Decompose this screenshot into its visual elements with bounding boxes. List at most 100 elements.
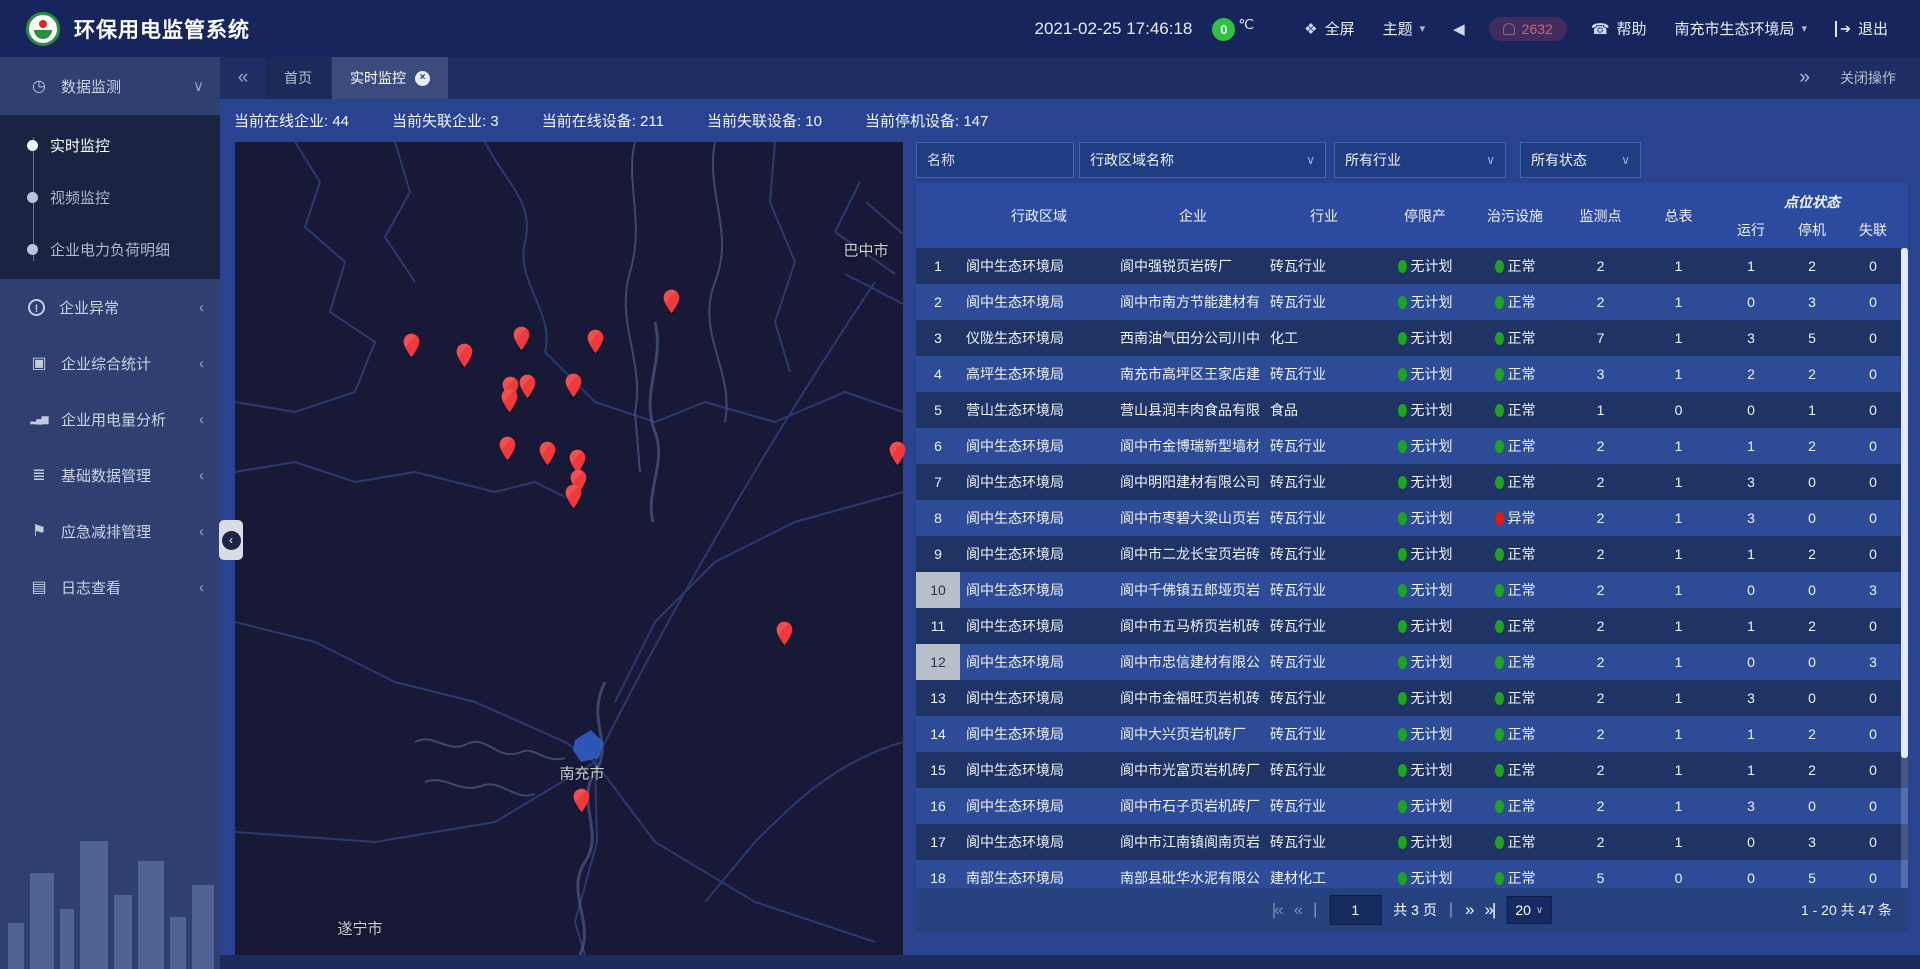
table-row[interactable]: 1阆中生态环境局阆中强锐页岩砖厂砖瓦行业无计划正常21120: [916, 248, 1908, 284]
first-page-button[interactable]: |«: [1272, 900, 1282, 920]
logout-button[interactable]: ➔ 退出: [1835, 18, 1888, 39]
sidebar-item[interactable]: ▂▄▆企业用电量分析‹: [0, 391, 220, 447]
map-pin[interactable]: [564, 373, 583, 398]
name-filter-input[interactable]: [916, 142, 1074, 178]
table-row[interactable]: 13阆中生态环境局阆中市金福旺页岩机砖砖瓦行业无计划正常21300: [916, 680, 1908, 716]
map-pin[interactable]: [455, 343, 474, 368]
col-header-region[interactable]: 行政区域: [960, 206, 1118, 226]
notification-badge[interactable]: 2632: [1489, 17, 1567, 41]
next-page-button[interactable]: »: [1465, 900, 1472, 920]
help-button[interactable]: ☎ 帮助: [1591, 18, 1647, 39]
sidebar-item[interactable]: ▣企业综合统计‹: [0, 335, 220, 391]
table-cell: 阆中市二龙长宝页岩砖: [1118, 536, 1268, 572]
table-cell: 0: [1838, 356, 1908, 392]
status-dot-green: [1495, 692, 1504, 705]
sidebar-item[interactable]: !企业异常‹: [0, 279, 220, 335]
region-filter-select[interactable]: 行政区域名称 ∨: [1079, 142, 1326, 178]
map-panel[interactable]: 巴中市南充市遂宁市 ‹: [235, 142, 903, 955]
map-pin[interactable]: [518, 374, 537, 399]
map-pin[interactable]: [538, 441, 557, 466]
table-row[interactable]: 6阆中生态环境局阆中市金博瑞新型墙材砖瓦行业无计划正常21120: [916, 428, 1908, 464]
table-row[interactable]: 10阆中生态环境局阆中千佛镇五郎垭页岩砖瓦行业无计划正常21003: [916, 572, 1908, 608]
map-collapse-handle[interactable]: ‹: [219, 520, 243, 560]
sidebar-subitem[interactable]: 企业电力负荷明细: [0, 223, 220, 275]
table-row[interactable]: 12阆中生态环境局阆中市忠信建材有限公砖瓦行业无计划正常21003: [916, 644, 1908, 680]
tab-首页[interactable]: 首页: [266, 57, 330, 99]
map-pin[interactable]: [402, 333, 421, 358]
table-row[interactable]: 11阆中生态环境局阆中市五马桥页岩机砖砖瓦行业无计划正常21120: [916, 608, 1908, 644]
table-row[interactable]: 8阆中生态环境局阆中市枣碧大梁山页岩砖瓦行业无计划异常21300: [916, 500, 1908, 536]
app-title: 环保用电监管系统: [74, 14, 250, 44]
last-page-button[interactable]: »|: [1484, 900, 1494, 920]
tabs-scroll-left-button[interactable]: «: [220, 57, 266, 99]
table-row[interactable]: 4高坪生态环境局南充市高坪区王家店建砖瓦行业无计划正常31220: [916, 356, 1908, 392]
col-header-points[interactable]: 监测点: [1560, 206, 1641, 226]
map-pin[interactable]: [888, 441, 907, 466]
tabs-scroll-right-button[interactable]: »: [1799, 67, 1810, 89]
chevron-left-icon: ‹: [199, 523, 204, 540]
close-operations-button[interactable]: 关闭操作: [1840, 68, 1896, 88]
table-row[interactable]: 17阆中生态环境局阆中市江南镇阆南页岩砖瓦行业无计划正常21030: [916, 824, 1908, 860]
map-pin[interactable]: [500, 388, 519, 413]
col-header-running[interactable]: 运行: [1716, 220, 1786, 240]
table-cell: 3: [1716, 320, 1786, 356]
table-row[interactable]: 18南部生态环境局南部县砒华水泥有限公建材化工无计划正常50050: [916, 860, 1908, 888]
status-dot-green: [1495, 368, 1504, 381]
table-row[interactable]: 14阆中生态环境局阆中大兴页岩机砖厂砖瓦行业无计划正常21120: [916, 716, 1908, 752]
page-number-input[interactable]: [1329, 895, 1381, 925]
table-row[interactable]: 2阆中生态环境局阆中市南方节能建材有砖瓦行业无计划正常21030: [916, 284, 1908, 320]
sidebar-subitem[interactable]: 视频监控: [0, 171, 220, 223]
table-cell: 正常: [1470, 392, 1560, 428]
table-cell: 阆中生态环境局: [960, 716, 1118, 752]
col-header-company[interactable]: 企业: [1118, 206, 1268, 226]
map-pin[interactable]: [498, 436, 517, 461]
table-cell: 14: [916, 716, 960, 752]
industry-filter-select[interactable]: 所有行业 ∨: [1334, 142, 1506, 178]
prev-page-button[interactable]: «: [1294, 900, 1301, 920]
sidebar-item[interactable]: ⚑应急减排管理‹: [0, 503, 220, 559]
map-city-label: 南充市: [559, 763, 604, 784]
col-header-lost[interactable]: 失联: [1838, 220, 1908, 240]
tab-实时监控[interactable]: 实时监控×: [332, 57, 448, 99]
sidebar-subitem[interactable]: 实时监控: [0, 119, 220, 171]
map-pin[interactable]: [572, 788, 591, 813]
col-header-industry[interactable]: 行业: [1268, 206, 1380, 226]
sidebar-item[interactable]: ▤日志查看‹: [0, 559, 220, 615]
table-cell: 0: [1716, 284, 1786, 320]
map-pin[interactable]: [586, 329, 605, 354]
table-row[interactable]: 3仪陇生态环境局西南油气田分公司川中化工无计划正常71350: [916, 320, 1908, 356]
col-header-production[interactable]: 停限产: [1380, 206, 1470, 226]
table-row[interactable]: 5营山生态环境局营山县润丰肉食品有限食品无计划正常10010: [916, 392, 1908, 428]
sidebar-item[interactable]: ◷数据监测∨: [0, 57, 220, 115]
page-size-select[interactable]: 20 ∨: [1506, 896, 1552, 924]
map-pin[interactable]: [512, 326, 531, 351]
fullscreen-button[interactable]: ❖ 全屏: [1304, 18, 1354, 39]
table-cell: 正常: [1470, 284, 1560, 320]
alert-icon: !: [28, 299, 45, 316]
table-row[interactable]: 7阆中生态环境局阆中明阳建材有限公司砖瓦行业无计划正常21300: [916, 464, 1908, 500]
map-pin[interactable]: [662, 289, 681, 314]
theme-dropdown[interactable]: 主题 ▾: [1383, 18, 1426, 39]
table-row[interactable]: 9阆中生态环境局阆中市二龙长宝页岩砖砖瓦行业无计划正常21120: [916, 536, 1908, 572]
map-pin[interactable]: [775, 621, 794, 646]
table-row[interactable]: 15阆中生态环境局阆中市光富页岩机砖厂砖瓦行业无计划正常21120: [916, 752, 1908, 788]
map-pin[interactable]: [564, 484, 583, 509]
table-cell: 0: [1716, 392, 1786, 428]
table-cell: 16: [916, 788, 960, 824]
org-dropdown[interactable]: 南充市生态环境局 ▾: [1675, 18, 1808, 39]
table-row[interactable]: 16阆中生态环境局阆中市石子页岩机砖厂砖瓦行业无计划正常21300: [916, 788, 1908, 824]
sound-button[interactable]: ◀: [1453, 20, 1465, 38]
table-cell: 12: [916, 644, 960, 680]
table-cell: 3: [1560, 356, 1641, 392]
table-scrollbar[interactable]: [1901, 248, 1908, 888]
tab-close-icon[interactable]: ×: [415, 71, 430, 86]
table-cell: 2: [1560, 464, 1641, 500]
col-header-meters[interactable]: 总表: [1641, 206, 1716, 226]
status-filter-select[interactable]: 所有状态 ∨: [1520, 142, 1641, 178]
sidebar-item[interactable]: ≣基础数据管理‹: [0, 447, 220, 503]
table-cell: 砖瓦行业: [1268, 572, 1380, 608]
col-header-stopped[interactable]: 停机: [1786, 220, 1838, 240]
chevron-down-icon: ∨: [1621, 153, 1630, 167]
table-cell: 1: [1641, 248, 1716, 284]
col-header-facility[interactable]: 治污设施: [1470, 206, 1560, 226]
